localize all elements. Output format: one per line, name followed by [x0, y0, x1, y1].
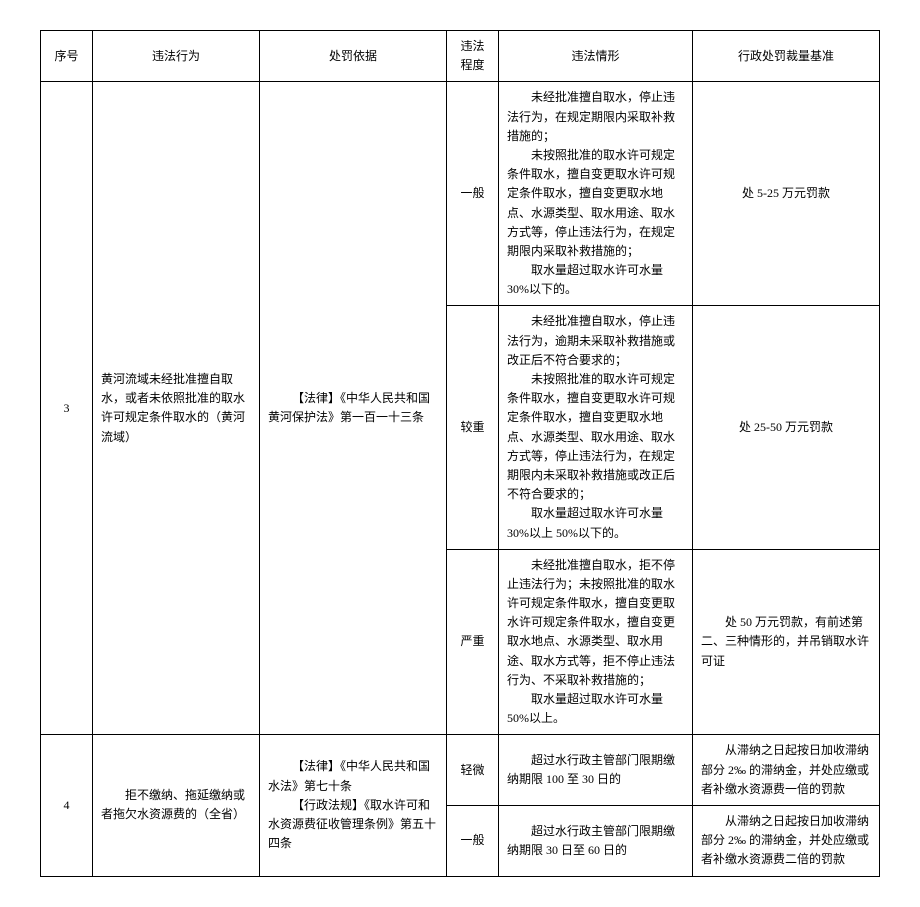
header-severity: 违法程度: [447, 31, 499, 82]
header-penalty: 行政处罚裁量基准: [693, 31, 880, 82]
cell-circumstance: 超过水行政主管部门限期缴纳期限 100 至 30 日的: [499, 735, 693, 806]
cell-penalty: 从滞纳之日起按日加收滞纳部分 2‰ 的滞纳金，并处应缴或者补缴水资源费一倍的罚款: [693, 735, 880, 806]
circumstance-text: 取水量超过取水许可水量 30%以下的。: [507, 261, 684, 299]
circumstance-text: 取水量超过取水许可水量 50%以上。: [507, 690, 684, 728]
cell-severity: 一般: [447, 82, 499, 306]
cell-basis: 【法律】《中华人民共和国水法》第七十条 【行政法规】《取水许可和水资源费征收管理…: [260, 735, 447, 876]
penalty-text: 从滞纳之日起按日加收滞纳部分 2‰ 的滞纳金，并处应缴或者补缴水资源费二倍的罚款: [701, 812, 871, 870]
table-row: 3 黄河流域未经批准擅自取水，或者未依照批准的取水许可规定条件取水的（黄河流域）…: [41, 82, 880, 306]
table-header-row: 序号 违法行为 处罚依据 违法程度 违法情形 行政处罚裁量基准: [41, 31, 880, 82]
cell-severity: 一般: [447, 805, 499, 876]
circumstance-text: 超过水行政主管部门限期缴纳期限 100 至 30 日的: [507, 751, 684, 789]
table-row: 4 拒不缴纳、拖延缴纳或者拖欠水资源费的（全省） 【法律】《中华人民共和国水法》…: [41, 735, 880, 806]
circumstance-text: 未经批准擅自取水，停止违法行为，在规定期限内采取补救措施的；: [507, 88, 684, 146]
cell-severity: 严重: [447, 549, 499, 735]
cell-circumstance: 未经批准擅自取水，停止违法行为，在规定期限内采取补救措施的； 未按照批准的取水许…: [499, 82, 693, 306]
basis-text: 【行政法规】《取水许可和水资源费征收管理条例》第五十四条: [268, 796, 438, 854]
header-circumstance: 违法情形: [499, 31, 693, 82]
cell-penalty: 从滞纳之日起按日加收滞纳部分 2‰ 的滞纳金，并处应缴或者补缴水资源费二倍的罚款: [693, 805, 880, 876]
cell-seq: 3: [41, 82, 93, 735]
cell-circumstance: 超过水行政主管部门限期缴纳期限 30 日至 60 日的: [499, 805, 693, 876]
cell-penalty: 处 5-25 万元罚款: [693, 82, 880, 306]
header-seq: 序号: [41, 31, 93, 82]
cell-basis: 【法律】《中华人民共和国黄河保护法》第一百一十三条: [260, 82, 447, 735]
circumstance-text: 超过水行政主管部门限期缴纳期限 30 日至 60 日的: [507, 822, 684, 860]
cell-circumstance: 未经批准擅自取水，拒不停止违法行为；未按照批准的取水许可规定条件取水，擅自变更取…: [499, 549, 693, 735]
basis-text: 【法律】《中华人民共和国水法》第七十条: [268, 757, 438, 795]
cell-severity: 轻微: [447, 735, 499, 806]
cell-seq: 4: [41, 735, 93, 876]
cell-penalty: 处 25-50 万元罚款: [693, 306, 880, 549]
cell-penalty: 处 50 万元罚款，有前述第二、三种情形的，并吊销取水许可证: [693, 549, 880, 735]
header-behavior: 违法行为: [93, 31, 260, 82]
circumstance-text: 未按照批准的取水许可规定条件取水，擅自变更取水许可规定条件取水，擅自变更取水地点…: [507, 370, 684, 504]
penalty-text: 从滞纳之日起按日加收滞纳部分 2‰ 的滞纳金，并处应缴或者补缴水资源费一倍的罚款: [701, 741, 871, 799]
penalty-table: 序号 违法行为 处罚依据 违法程度 违法情形 行政处罚裁量基准 3 黄河流域未经…: [40, 30, 880, 877]
cell-circumstance: 未经批准擅自取水，停止违法行为，逾期未采取补救措施或改正后不符合要求的； 未按照…: [499, 306, 693, 549]
behavior-text: 拒不缴纳、拖延缴纳或者拖欠水资源费的（全省）: [101, 786, 251, 824]
cell-behavior: 黄河流域未经批准擅自取水，或者未依照批准的取水许可规定条件取水的（黄河流域）: [93, 82, 260, 735]
cell-behavior: 拒不缴纳、拖延缴纳或者拖欠水资源费的（全省）: [93, 735, 260, 876]
basis-text: 【法律】《中华人民共和国黄河保护法》第一百一十三条: [268, 389, 438, 427]
circumstance-text: 未经批准擅自取水，停止违法行为，逾期未采取补救措施或改正后不符合要求的；: [507, 312, 684, 370]
circumstance-text: 未经批准擅自取水，拒不停止违法行为；未按照批准的取水许可规定条件取水，擅自变更取…: [507, 556, 684, 690]
penalty-text: 处 50 万元罚款，有前述第二、三种情形的，并吊销取水许可证: [701, 613, 871, 671]
header-basis: 处罚依据: [260, 31, 447, 82]
circumstance-text: 未按照批准的取水许可规定条件取水，擅自变更取水许可规定条件取水，擅自变更取水地点…: [507, 146, 684, 261]
circumstance-text: 取水量超过取水许可水量 30%以上 50%以下的。: [507, 504, 684, 542]
cell-severity: 较重: [447, 306, 499, 549]
